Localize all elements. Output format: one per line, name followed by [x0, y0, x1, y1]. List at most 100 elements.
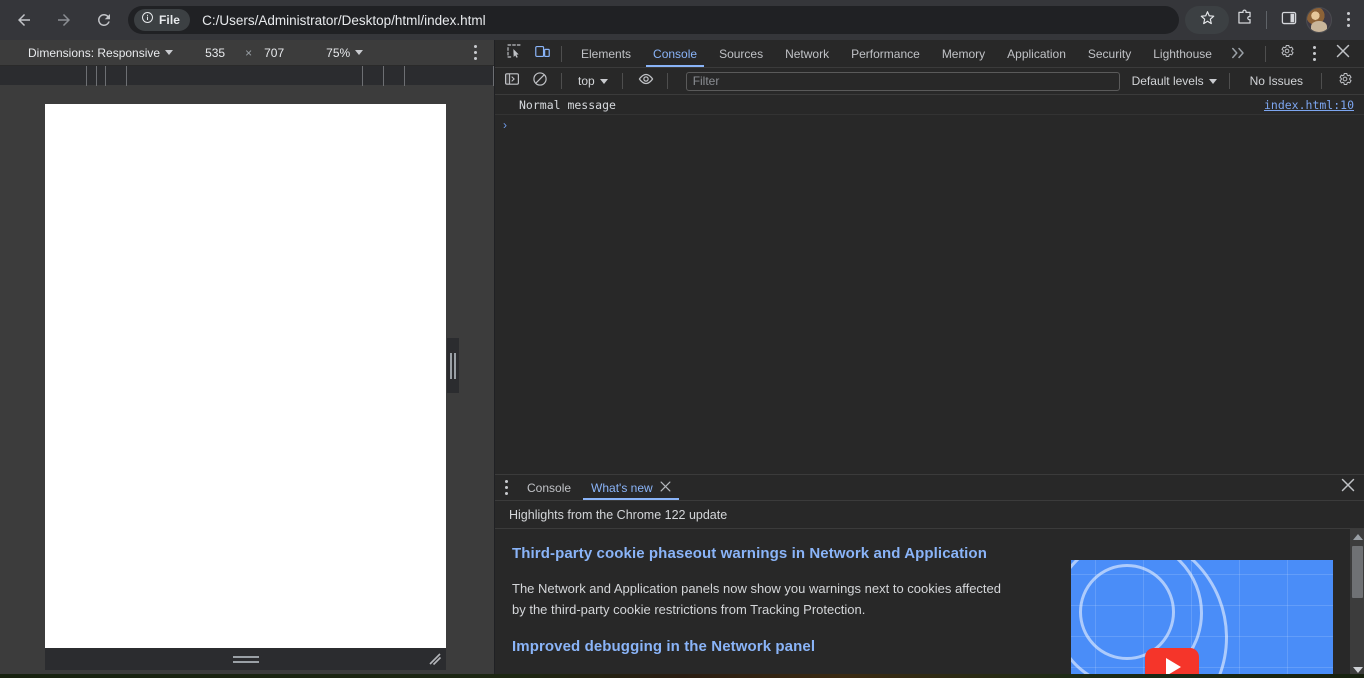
console-message-text: Normal message: [519, 97, 616, 112]
side-panel-icon: [1280, 9, 1298, 32]
drawer-tab-console[interactable]: Console: [517, 475, 581, 500]
close-icon[interactable]: [660, 481, 671, 494]
live-expression-button[interactable]: [633, 68, 659, 94]
avatar[interactable]: [1306, 7, 1332, 33]
inspect-element-icon: [506, 43, 522, 64]
three-dot-menu-icon: [1347, 11, 1351, 29]
prompt-chevron-icon: ›: [503, 118, 507, 132]
chevron-down-icon: [165, 50, 174, 55]
tab-security[interactable]: Security: [1077, 40, 1142, 67]
file-chip-label: File: [159, 13, 181, 27]
console-sidebar-toggle-button[interactable]: [499, 68, 525, 94]
console-message-list[interactable]: Normal message index.html:10 ›: [495, 95, 1364, 473]
tab-network[interactable]: Network: [774, 40, 840, 67]
whats-new-body-1: The Network and Application panels now s…: [512, 581, 1001, 617]
device-toolbar-toggle-button[interactable]: [529, 41, 555, 67]
back-arrow-icon: [15, 11, 33, 29]
tab-label: Console: [653, 46, 698, 61]
device-toolbar-menu-button[interactable]: [474, 44, 478, 62]
device-screen-frame: [45, 104, 446, 648]
device-toolbar-icon: [534, 43, 551, 65]
tab-label: Performance: [851, 46, 920, 61]
device-zoom-select[interactable]: 75%: [326, 45, 364, 60]
star-icon: [1199, 9, 1216, 31]
console-log-levels-label: Default levels: [1131, 74, 1204, 88]
console-input-prompt[interactable]: ›: [495, 115, 1364, 135]
forward-button[interactable]: [48, 4, 80, 36]
whats-new-subtitle: Highlights from the Chrome 122 update: [495, 501, 1364, 529]
browser-menu-button[interactable]: [1334, 5, 1364, 35]
clear-console-icon: [532, 71, 548, 92]
console-message-source-link[interactable]: index.html:10: [1264, 98, 1354, 112]
device-height-resize-handle[interactable]: [45, 648, 446, 670]
whats-new-scrollbar[interactable]: [1350, 529, 1364, 677]
bookmark-button[interactable]: [1185, 6, 1229, 34]
gear-icon: [1279, 43, 1295, 64]
tab-sources[interactable]: Sources: [708, 40, 774, 67]
console-context-select[interactable]: top: [572, 71, 614, 91]
tabbar-divider: [561, 45, 562, 62]
inspect-element-button[interactable]: [501, 41, 527, 67]
tab-performance[interactable]: Performance: [840, 40, 931, 67]
tab-label: Network: [785, 46, 830, 61]
drawer-close-button[interactable]: [1341, 475, 1364, 500]
tab-label: Sources: [719, 46, 764, 61]
chevron-down-icon: [1208, 78, 1217, 84]
reload-button[interactable]: [88, 4, 120, 36]
tab-elements[interactable]: Elements: [570, 40, 642, 67]
device-dimensions-label: Dimensions: Responsive: [28, 45, 161, 60]
tab-memory[interactable]: Memory: [931, 40, 996, 67]
device-corner-resize-handle[interactable]: [428, 652, 442, 666]
device-width-resize-handle[interactable]: [447, 338, 459, 393]
clear-console-button[interactable]: [527, 68, 553, 94]
device-dimensions-select[interactable]: Dimensions: Responsive: [28, 45, 174, 60]
address-bar-url[interactable]: C:/Users/Administrator/Desktop/html/inde…: [202, 13, 486, 28]
console-toolbar-divider-4: [1228, 73, 1230, 89]
drawer-tab-label: What's new: [591, 480, 653, 495]
tab-label: Memory: [941, 46, 986, 61]
drawer-menu-button[interactable]: [495, 475, 517, 500]
address-bar[interactable]: File C:/Users/Administrator/Desktop/html…: [128, 6, 1179, 34]
youtube-play-icon[interactable]: [1145, 648, 1199, 677]
back-button[interactable]: [8, 4, 40, 36]
tab-console[interactable]: Console: [642, 40, 708, 67]
console-settings-button[interactable]: [1332, 68, 1358, 94]
tab-label: Lighthouse: [1153, 46, 1212, 61]
forward-arrow-icon: [55, 11, 73, 29]
whats-new-content[interactable]: Third-party cookie phaseout warnings in …: [495, 529, 1364, 677]
scroll-up-arrow-icon[interactable]: [1350, 529, 1364, 544]
file-scheme-chip[interactable]: File: [134, 9, 191, 31]
device-width-input[interactable]: 535: [205, 46, 225, 60]
emulated-page-content[interactable]: [45, 104, 446, 648]
drawer-tab-whats-new[interactable]: What's new: [581, 475, 681, 500]
tab-application[interactable]: Application: [996, 40, 1077, 67]
dimensions-multiply-symbol: ×: [245, 45, 253, 60]
device-zoom-label: 75%: [326, 45, 351, 60]
more-tabs-button[interactable]: [1223, 40, 1255, 67]
devtools-settings-button[interactable]: [1274, 41, 1300, 67]
tab-lighthouse[interactable]: Lighthouse: [1142, 40, 1223, 67]
live-expression-eye-icon: [637, 70, 655, 93]
device-emulation-pane: Dimensions: Responsive 535 × 707 75%: [0, 40, 494, 678]
desktop-wallpaper-strip: [0, 674, 1364, 678]
device-toolbar: Dimensions: Responsive 535 × 707 75%: [0, 40, 494, 66]
whats-new-video-thumbnail[interactable]: new: [1071, 560, 1333, 677]
console-filter-input[interactable]: [685, 71, 1120, 91]
scrollbar-thumb[interactable]: [1352, 546, 1363, 598]
whats-new-article: Third-party cookie phaseout warnings in …: [495, 545, 1364, 677]
extensions-button[interactable]: [1229, 5, 1259, 35]
devtools-close-button[interactable]: [1330, 41, 1356, 67]
console-log-levels-select[interactable]: Default levels: [1128, 74, 1221, 88]
chevron-down-icon: [355, 50, 364, 55]
side-panel-button[interactable]: [1274, 5, 1304, 35]
toolbar-divider: [1266, 11, 1267, 29]
console-toolbar-divider-2: [621, 73, 623, 89]
device-height-input[interactable]: 707: [264, 46, 284, 60]
devtools-main-menu-button[interactable]: [1302, 41, 1328, 67]
tab-label: Elements: [581, 46, 632, 61]
issues-counter-button[interactable]: No Issues: [1240, 74, 1313, 88]
close-icon: [1336, 44, 1350, 63]
console-message-row[interactable]: Normal message index.html:10: [495, 95, 1364, 115]
device-ruler[interactable]: [0, 66, 494, 86]
three-dot-menu-icon: [474, 44, 478, 62]
